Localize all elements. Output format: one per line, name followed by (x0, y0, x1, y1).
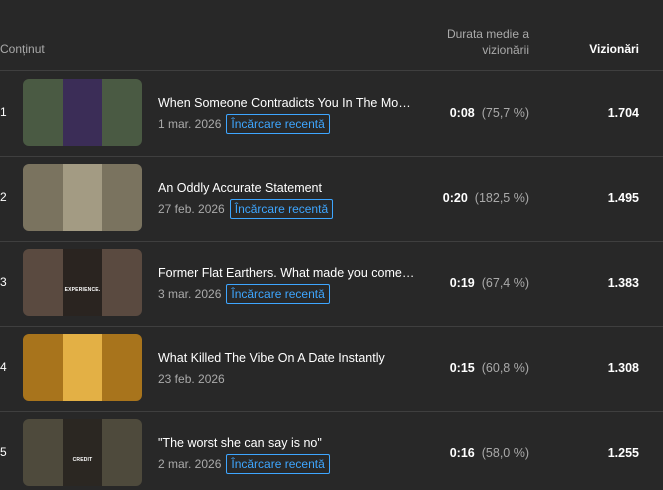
video-title[interactable]: An Oddly Accurate Statement (158, 181, 420, 195)
video-title[interactable]: When Someone Contradicts You In The Mo… (158, 96, 420, 110)
views-count: 1.308 (607, 361, 639, 375)
video-meta: 23 feb. 2026 (158, 369, 225, 389)
video-meta: 3 mar. 2026 Încărcare recentă (158, 284, 330, 304)
row-rank: 1 (0, 105, 7, 119)
video-thumbnail[interactable] (23, 79, 142, 146)
column-header-content[interactable]: Conținut (0, 42, 45, 56)
views-count: 1.704 (607, 106, 639, 120)
row-rank: 3 (0, 275, 7, 289)
column-header-avg-duration-line1: Durata medie a (446, 27, 529, 41)
avg-view-duration: 0:19 (67,4 %) (450, 276, 529, 290)
table-row[interactable]: 1 When Someone Contradicts You In The Mo… (0, 71, 663, 157)
recent-upload-badge: Încărcare recentă (226, 454, 330, 474)
views-count: 1.495 (607, 191, 639, 205)
row-rank: 2 (0, 190, 7, 204)
avg-duration-time: 0:15 (449, 361, 475, 375)
recent-upload-badge: Încărcare recentă (229, 199, 334, 219)
avg-duration-percent: (182,5 %) (474, 191, 529, 205)
row-rank: 4 (0, 360, 7, 374)
publish-date: 23 feb. 2026 (158, 372, 225, 386)
video-title[interactable]: Former Flat Earthers. What made you come… (158, 266, 420, 280)
avg-duration-time: 0:08 (449, 106, 475, 120)
video-title[interactable]: "The worst she can say is no" (158, 436, 420, 450)
publish-date: 27 feb. 2026 (158, 202, 225, 216)
avg-duration-percent: (58,0 %) (481, 446, 529, 460)
video-thumbnail[interactable]: CREDIT (23, 419, 142, 486)
publish-date: 3 mar. 2026 (158, 287, 222, 301)
video-meta: 1 mar. 2026 Încărcare recentă (158, 114, 330, 134)
avg-duration-time: 0:19 (449, 276, 475, 290)
table-row[interactable]: 5 CREDIT "The worst she can say is no" 2… (0, 411, 663, 490)
thumbnail-caption: CREDIT (72, 457, 93, 463)
column-header-avg-duration[interactable]: Durata medie a vizionării (409, 26, 529, 58)
avg-duration-percent: (75,7 %) (481, 106, 529, 120)
content-table: Conținut Durata medie a vizionării Vizio… (0, 0, 663, 490)
avg-view-duration: 0:08 (75,7 %) (450, 106, 529, 120)
table-row[interactable]: 3 EXPERIENCE. Former Flat Earthers. What… (0, 241, 663, 327)
video-thumbnail[interactable] (23, 164, 142, 231)
avg-duration-percent: (60,8 %) (481, 361, 529, 375)
column-header-avg-duration-line2: vizionării (482, 43, 529, 57)
column-header-views[interactable]: Vizionări (589, 42, 639, 56)
row-rank: 5 (0, 445, 7, 459)
video-title[interactable]: What Killed The Vibe On A Date Instantly (158, 351, 420, 365)
table-header: Conținut Durata medie a vizionării Vizio… (0, 0, 663, 71)
thumbnail-frame (63, 334, 102, 401)
recent-upload-badge: Încărcare recentă (226, 114, 330, 134)
thumbnail-frame (63, 164, 102, 231)
video-thumbnail[interactable]: EXPERIENCE. (23, 249, 142, 316)
avg-view-duration: 0:15 (60,8 %) (450, 361, 529, 375)
table-row[interactable]: 2 An Oddly Accurate Statement 27 feb. 20… (0, 156, 663, 242)
avg-duration-percent: (67,4 %) (481, 276, 529, 290)
avg-duration-time: 0:20 (442, 191, 468, 205)
avg-view-duration: 0:20 (182,5 %) (443, 191, 529, 205)
recent-upload-badge: Încărcare recentă (226, 284, 330, 304)
views-count: 1.255 (607, 446, 639, 460)
video-meta: 2 mar. 2026 Încărcare recentă (158, 454, 330, 474)
publish-date: 2 mar. 2026 (158, 457, 222, 471)
avg-view-duration: 0:16 (58,0 %) (450, 446, 529, 460)
views-count: 1.383 (607, 276, 639, 290)
table-row[interactable]: 4 What Killed The Vibe On A Date Instant… (0, 326, 663, 412)
video-meta: 27 feb. 2026 Încărcare recentă (158, 199, 334, 219)
thumbnail-frame: EXPERIENCE. (63, 249, 102, 316)
thumbnail-frame (63, 79, 102, 146)
avg-duration-time: 0:16 (449, 446, 475, 460)
publish-date: 1 mar. 2026 (158, 117, 222, 131)
video-thumbnail[interactable] (23, 334, 142, 401)
thumbnail-frame: CREDIT (63, 419, 102, 486)
thumbnail-caption: EXPERIENCE. (64, 287, 101, 293)
